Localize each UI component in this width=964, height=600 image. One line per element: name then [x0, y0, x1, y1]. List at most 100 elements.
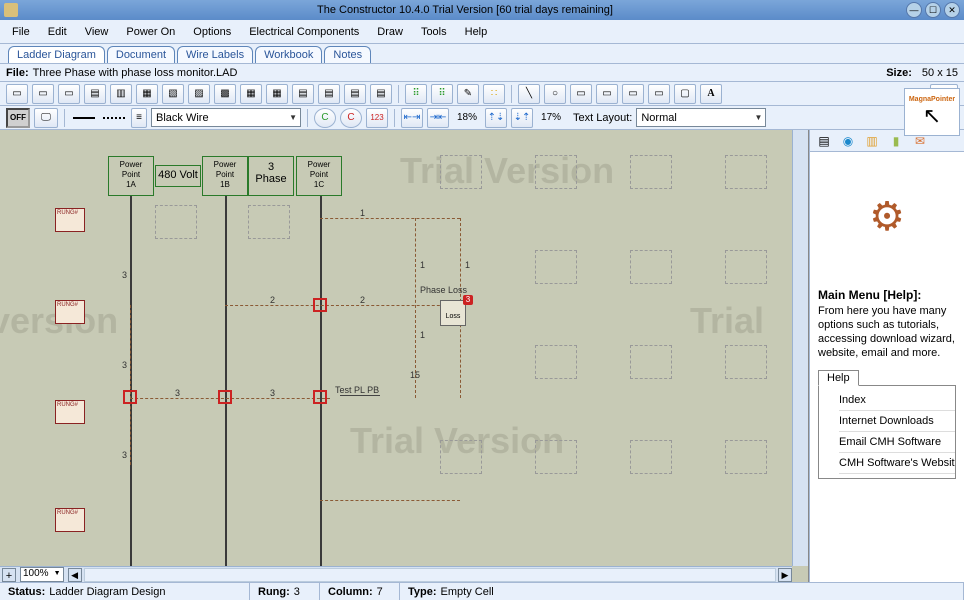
menu-electrical[interactable]: Electrical Components [249, 26, 359, 38]
tb-vspace-less-icon[interactable]: ⇡⇣ [485, 108, 507, 128]
rp-item-email[interactable]: Email CMH Software [839, 432, 955, 453]
tb-hspace-less-icon[interactable]: ⇤⇥ [401, 108, 423, 128]
tb-shape-rect3-icon[interactable]: ▭ [622, 84, 644, 104]
junction-marker[interactable] [218, 390, 232, 404]
tb-shape-rect4-icon[interactable]: ▭ [648, 84, 670, 104]
rung-marker[interactable]: RUNG# [55, 400, 85, 424]
tb-shape-rrect-icon[interactable]: ▢ [674, 84, 696, 104]
tb-grid2-icon[interactable]: ▦ [240, 84, 262, 104]
diagram-canvas[interactable]: Trial Version version Trial Trial Versio… [0, 130, 792, 566]
tab-wire-labels[interactable]: Wire Labels [177, 46, 253, 63]
junction-marker[interactable] [123, 390, 137, 404]
tb-text-icon[interactable]: A [700, 84, 722, 104]
tab-document[interactable]: Document [107, 46, 175, 63]
line-dotted-icon[interactable] [103, 117, 125, 119]
rp-note-icon[interactable]: ▮ [886, 132, 906, 150]
rung-marker[interactable]: RUNG# [55, 300, 85, 324]
tb-dots-icon[interactable]: ∷ [483, 84, 505, 104]
volt-box[interactable]: 480 Volt [155, 165, 201, 187]
tb-layout2-icon[interactable]: ▥ [110, 84, 132, 104]
rp-globe-icon[interactable]: ◉ [838, 132, 858, 150]
line-style-menu-icon[interactable]: ≡ [131, 108, 147, 128]
tb-new-icon[interactable]: ▭ [6, 84, 28, 104]
power-point-1c[interactable]: Power Point 1C [296, 156, 342, 196]
vertical-scrollbar[interactable] [792, 130, 808, 566]
phase-box[interactable]: 3 Phase [248, 156, 294, 196]
tb-grid1-icon[interactable]: ▩ [214, 84, 236, 104]
tab-workbook[interactable]: Workbook [255, 46, 322, 63]
tb-shape-rect2-icon[interactable]: ▭ [596, 84, 618, 104]
rp-item-downloads[interactable]: Internet Downloads [839, 411, 955, 432]
tb-doc4-icon[interactable]: ▤ [370, 84, 392, 104]
bus-line-1b [225, 196, 227, 576]
power-point-1b[interactable]: Power Point 1B [202, 156, 248, 196]
menu-power-on[interactable]: Power On [126, 26, 175, 38]
loss-component[interactable]: Loss 3 [440, 300, 466, 326]
rung-marker[interactable]: RUNG# [55, 508, 85, 532]
junction-marker[interactable] [313, 390, 327, 404]
zoom-plus-icon[interactable]: + [2, 568, 16, 582]
scroll-left-icon[interactable]: ◀ [68, 568, 82, 582]
tb-doc2-icon[interactable]: ▤ [318, 84, 340, 104]
tb-grid3-icon[interactable]: ▦ [266, 84, 288, 104]
bus-line-1c [320, 196, 322, 576]
type-value: Empty Cell [441, 586, 494, 598]
tb-layout5-icon[interactable]: ▨ [188, 84, 210, 104]
rp-sheet-icon[interactable]: ▥ [862, 132, 882, 150]
tab-notes[interactable]: Notes [324, 46, 371, 63]
tb-123-icon[interactable]: 123 [366, 108, 388, 128]
tb-doc3-icon[interactable]: ▤ [344, 84, 366, 104]
tb-shape-circle-icon[interactable]: ○ [544, 84, 566, 104]
separator [394, 109, 395, 127]
tb-layout4-icon[interactable]: ▧ [162, 84, 184, 104]
separator [398, 85, 399, 103]
tb-c-green-icon[interactable]: C [314, 108, 336, 128]
menu-view[interactable]: View [85, 26, 109, 38]
watermark: Trial [690, 300, 764, 342]
pushbutton-component[interactable] [340, 395, 380, 405]
scroll-track[interactable] [84, 568, 776, 582]
close-button[interactable]: ✕ [944, 2, 960, 18]
tb-save-icon[interactable]: ▭ [58, 84, 80, 104]
tab-ladder-diagram[interactable]: Ladder Diagram [8, 46, 105, 63]
tb-vspace-more-icon[interactable]: ⇣⇡ [511, 108, 533, 128]
tb-shape-rect1-icon[interactable]: ▭ [570, 84, 592, 104]
status-value: Ladder Diagram Design [49, 586, 165, 598]
tb-open-icon[interactable]: ▭ [32, 84, 54, 104]
tb-c-red-icon[interactable]: C [340, 108, 362, 128]
tb-shape-line-icon[interactable]: ╲ [518, 84, 540, 104]
tb-layout3-icon[interactable]: ▦ [136, 84, 158, 104]
rung-marker[interactable]: RUNG# [55, 208, 85, 232]
separator [511, 85, 512, 103]
wire-color-dropdown[interactable]: Black Wire [151, 108, 301, 127]
rp-list-icon[interactable]: ▤ [814, 132, 834, 150]
tb-layout1-icon[interactable]: ▤ [84, 84, 106, 104]
rp-item-website[interactable]: CMH Software's Website [839, 453, 955, 474]
text-layout-dropdown[interactable]: Normal [636, 108, 766, 127]
zoom-dropdown[interactable]: 100% [20, 567, 64, 582]
wire-num: 3 [122, 450, 127, 460]
menu-tools[interactable]: Tools [421, 26, 447, 38]
junction-marker[interactable] [313, 298, 327, 312]
horizontal-scrollbar[interactable]: + 100% ◀ ▶ [0, 566, 792, 582]
menu-file[interactable]: File [12, 26, 30, 38]
maximize-button[interactable]: ☐ [925, 2, 941, 18]
menu-edit[interactable]: Edit [48, 26, 67, 38]
rp-help-tab[interactable]: Help [818, 370, 859, 386]
rp-item-index[interactable]: Index [839, 390, 955, 411]
tb-hspace-more-icon[interactable]: ⇥⇤ [427, 108, 449, 128]
line-solid-icon[interactable] [73, 117, 95, 119]
menu-help[interactable]: Help [465, 26, 488, 38]
magna-pointer-widget[interactable]: MagnaPointer ↖ [904, 88, 960, 136]
tb-nodes2-icon[interactable]: ⠿ [431, 84, 453, 104]
off-button[interactable]: OFF [6, 108, 30, 128]
tb-screen-icon[interactable]: 🖵 [34, 108, 58, 128]
tb-pencil-icon[interactable]: ✎ [457, 84, 479, 104]
menu-draw[interactable]: Draw [377, 26, 403, 38]
scroll-right-icon[interactable]: ▶ [778, 568, 792, 582]
tb-doc1-icon[interactable]: ▤ [292, 84, 314, 104]
tb-nodes1-icon[interactable]: ⠿ [405, 84, 427, 104]
power-point-1a[interactable]: Power Point 1A [108, 156, 154, 196]
menu-options[interactable]: Options [193, 26, 231, 38]
minimize-button[interactable]: — [906, 2, 922, 18]
